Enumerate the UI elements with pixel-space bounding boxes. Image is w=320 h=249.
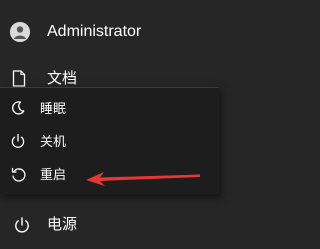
menu-item-shutdown[interactable]: 关机 — [0, 127, 219, 157]
menu-item-shutdown-label: 关机 — [40, 134, 67, 149]
user-name-label: Administrator — [47, 23, 142, 40]
power-button[interactable]: 电源 — [0, 210, 253, 240]
power-icon — [10, 133, 26, 149]
restart-icon — [10, 166, 28, 184]
document-icon — [12, 70, 26, 87]
documents-label: 文档 — [47, 70, 78, 87]
annotation-arrow — [86, 172, 200, 186]
user-avatar-icon — [10, 22, 30, 42]
menu-item-restart-label: 重启 — [40, 167, 67, 182]
power-label: 电源 — [47, 216, 78, 233]
power-icon — [13, 216, 31, 234]
menu-item-sleep[interactable]: 睡眠 — [0, 94, 219, 124]
menu-item-sleep-label: 睡眠 — [40, 101, 67, 116]
user-account-item[interactable]: Administrator — [0, 10, 253, 54]
moon-icon — [10, 100, 26, 116]
